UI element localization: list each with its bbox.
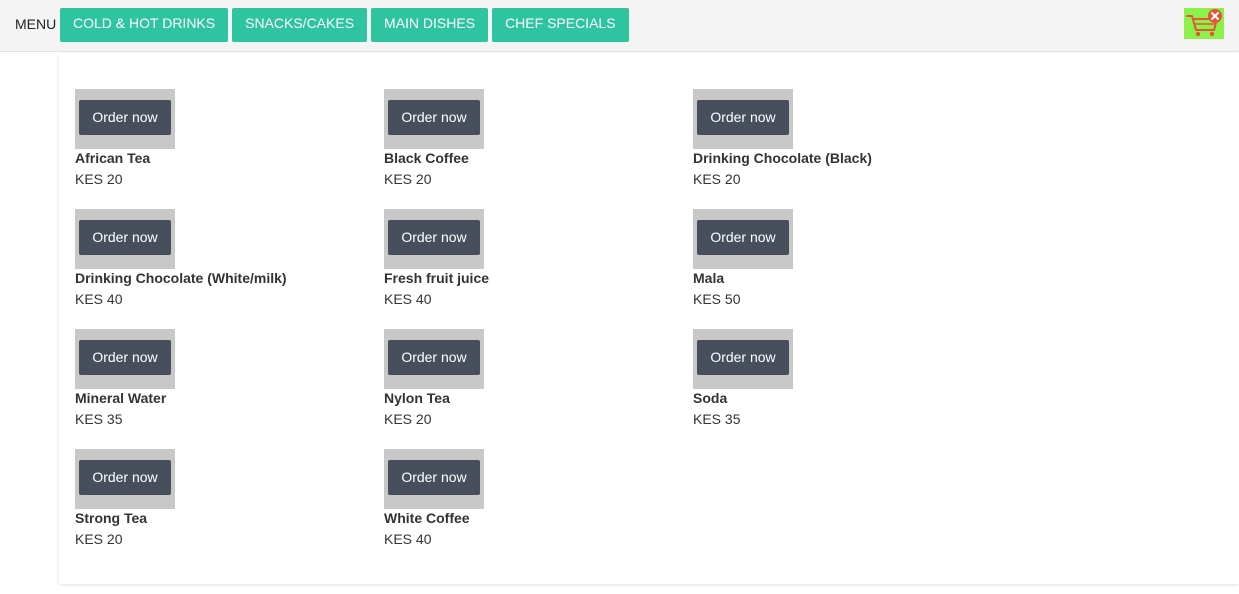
item-price: KES 20: [384, 171, 432, 187]
menu-item: Order now Nylon Tea KES 20: [384, 329, 693, 449]
item-name: Black Coffee: [384, 150, 469, 166]
item-name: African Tea: [75, 150, 151, 166]
menu-item: Order now Strong Tea KES 20: [75, 449, 384, 569]
item-name: Drinking Chocolate (Black): [693, 150, 872, 166]
item-price: KES 40: [75, 291, 123, 307]
tab-main-dishes[interactable]: MAIN DISHES: [371, 8, 489, 42]
menu-item: Order now Drinking Chocolate (Black) KES…: [693, 89, 1002, 209]
item-price: KES 20: [384, 411, 432, 427]
order-now-button[interactable]: Order now: [388, 460, 480, 495]
menu-label: MENU: [15, 16, 57, 32]
item-price: KES 35: [693, 411, 741, 427]
item-image: Order now: [384, 89, 484, 149]
item-image: Order now: [384, 449, 484, 509]
item-name: Nylon Tea: [384, 390, 450, 406]
item-price: KES 50: [693, 291, 741, 307]
menu-item: Order now African Tea KES 20: [75, 89, 384, 209]
item-image: Order now: [384, 209, 484, 269]
menu-items-grid: Order now African Tea KES 20 Order now B…: [75, 89, 1002, 569]
item-name: Drinking Chocolate (White/milk): [75, 270, 287, 286]
item-image: Order now: [75, 89, 175, 149]
tab-cold-hot-drinks[interactable]: COLD & HOT DRINKS: [60, 8, 229, 42]
item-price: KES 20: [693, 171, 741, 187]
item-price: KES 35: [75, 411, 123, 427]
item-name: Strong Tea: [75, 510, 148, 526]
item-price: KES 20: [75, 531, 123, 547]
order-now-button[interactable]: Order now: [79, 220, 171, 255]
item-name: Soda: [693, 390, 728, 406]
order-now-button[interactable]: Order now: [388, 340, 480, 375]
order-now-button[interactable]: Order now: [697, 220, 789, 255]
item-name: Mineral Water: [75, 390, 167, 406]
item-name: White Coffee: [384, 510, 470, 526]
order-now-button[interactable]: Order now: [79, 340, 171, 375]
menu-item: Order now Drinking Chocolate (White/milk…: [75, 209, 384, 329]
item-image: Order now: [75, 329, 175, 389]
tab-chef-specials[interactable]: CHEF SPECIALS: [492, 8, 629, 42]
item-image: Order now: [75, 449, 175, 509]
order-now-button[interactable]: Order now: [388, 100, 480, 135]
menu-item: Order now White Coffee KES 40: [384, 449, 693, 569]
menu-item: Order now Mala KES 50: [693, 209, 1002, 329]
item-image: Order now: [75, 209, 175, 269]
item-price: KES 40: [384, 291, 432, 307]
close-x-icon: [1208, 9, 1222, 23]
order-now-button[interactable]: Order now: [388, 220, 480, 255]
tab-snacks-cakes[interactable]: SNACKS/CAKES: [232, 8, 368, 42]
order-now-button[interactable]: Order now: [697, 100, 789, 135]
category-tabs: COLD & HOT DRINKS SNACKS/CAKES MAIN DISH…: [60, 8, 629, 42]
item-image: Order now: [693, 329, 793, 389]
item-image: Order now: [384, 329, 484, 389]
menu-item: Order now Fresh fruit juice KES 40: [384, 209, 693, 329]
item-price: KES 40: [384, 531, 432, 547]
cart-button[interactable]: [1184, 8, 1224, 39]
item-image: Order now: [693, 209, 793, 269]
order-now-button[interactable]: Order now: [79, 100, 171, 135]
top-navbar: MENU COLD & HOT DRINKS SNACKS/CAKES MAIN…: [0, 0, 1239, 52]
item-price: KES 20: [75, 171, 123, 187]
menu-item: Order now Black Coffee KES 20: [384, 89, 693, 209]
order-now-button[interactable]: Order now: [697, 340, 789, 375]
item-name: Fresh fruit juice: [384, 270, 490, 286]
order-now-button[interactable]: Order now: [79, 460, 171, 495]
shopping-cart-icon: [1186, 9, 1222, 37]
item-name: Mala: [693, 270, 725, 286]
menu-content-panel: Order now African Tea KES 20 Order now B…: [59, 53, 1239, 584]
item-image: Order now: [693, 89, 793, 149]
menu-item: Order now Mineral Water KES 35: [75, 329, 384, 449]
menu-item: Order now Soda KES 35: [693, 329, 1002, 449]
